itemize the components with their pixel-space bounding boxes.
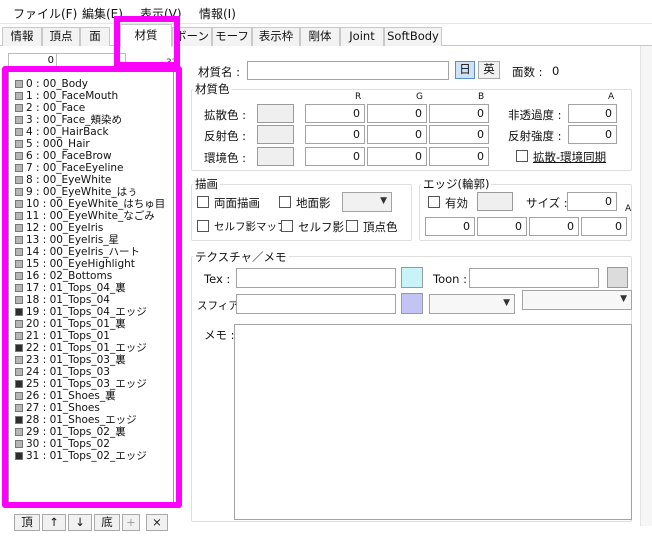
specular-b-input[interactable]: 0 bbox=[429, 125, 489, 144]
memo-textarea[interactable] bbox=[234, 324, 632, 520]
vertex-color-checkbox[interactable] bbox=[346, 220, 358, 232]
toon-swatch[interactable] bbox=[607, 267, 628, 288]
sphere-input[interactable] bbox=[236, 294, 396, 314]
face-count-value: 0 bbox=[552, 64, 560, 78]
toon-label: Toon : bbox=[433, 272, 467, 286]
ambient-r-input[interactable]: 0 bbox=[305, 147, 365, 166]
edge-g-input[interactable]: 0 bbox=[477, 217, 527, 236]
chevron-down-icon: ▼ bbox=[503, 298, 510, 308]
face-count-label: 面数 : bbox=[512, 65, 543, 79]
specular-label: 反射色 : bbox=[204, 129, 247, 143]
toon-input[interactable] bbox=[469, 268, 599, 288]
self-shadow-map-checkbox[interactable] bbox=[197, 220, 209, 232]
diffuse-r-input[interactable]: 0 bbox=[305, 104, 365, 123]
specular-g-input[interactable]: 0 bbox=[367, 125, 427, 144]
specular-color-swatch[interactable] bbox=[257, 125, 294, 144]
tex-label: Tex : bbox=[204, 272, 231, 286]
tab-joint[interactable]: Joint bbox=[340, 27, 384, 46]
tab-strip: 情報 頂点 面 材質 ボーン モーフ 表示枠 剛体 Joint SoftBody bbox=[0, 24, 652, 47]
self-shadow-label: セルフ影 bbox=[298, 220, 344, 234]
diffuse-b-input[interactable]: 0 bbox=[429, 104, 489, 123]
texture-memo-title: テクスチャ／メモ bbox=[193, 249, 289, 265]
ambient-color-swatch[interactable] bbox=[257, 147, 294, 166]
move-bottom-button[interactable]: 底 bbox=[94, 514, 120, 531]
highlight-material-tab bbox=[114, 16, 180, 68]
sphere-mode-dropdown[interactable]: ▼ bbox=[429, 294, 515, 314]
tab-morph[interactable]: モーフ bbox=[212, 27, 252, 46]
self-shadow-checkbox[interactable] bbox=[281, 220, 293, 232]
highlight-material-list bbox=[2, 66, 182, 508]
tab-softbody[interactable]: SoftBody bbox=[384, 27, 442, 46]
material-color-title: 材質色 bbox=[193, 81, 232, 97]
vertex-color-label: 頂点色 bbox=[363, 220, 398, 234]
move-down-button[interactable]: ↓ bbox=[68, 514, 92, 531]
material-name-label: 材質名 : bbox=[198, 65, 241, 79]
menu-file[interactable]: ファイル(F) bbox=[13, 5, 77, 22]
menu-bar: ファイル(F) 編集(E) 表示(V) 情報(I) bbox=[0, 0, 652, 24]
draw-title: 描画 bbox=[193, 176, 220, 192]
diffuse-g-input[interactable]: 0 bbox=[367, 104, 427, 123]
specular-r-input[interactable]: 0 bbox=[305, 125, 365, 144]
edge-size-label: サイズ : bbox=[526, 196, 568, 210]
edge-title: エッジ(輪郭) bbox=[421, 176, 492, 192]
diffuse-color-swatch[interactable] bbox=[257, 104, 294, 123]
delete-material-button[interactable]: × bbox=[146, 514, 168, 531]
chevron-down-icon: ▼ bbox=[620, 294, 627, 304]
add-material-button[interactable]: + bbox=[122, 514, 140, 531]
chevron-down-icon: ▼ bbox=[380, 196, 387, 206]
sphere-swatch[interactable] bbox=[401, 293, 423, 314]
edge-color-swatch[interactable] bbox=[477, 192, 513, 211]
sync-checkbox[interactable] bbox=[516, 150, 528, 162]
edge-a-label: A bbox=[625, 204, 632, 214]
toon-mode-dropdown[interactable]: ▼ bbox=[522, 290, 632, 310]
edge-size-input[interactable]: 0 bbox=[567, 192, 617, 211]
edge-enabled-checkbox[interactable] bbox=[428, 196, 440, 208]
edge-enabled-label: 有効 bbox=[445, 196, 468, 210]
panel-scrollbar[interactable] bbox=[640, 46, 652, 526]
move-up-button[interactable]: ↑ bbox=[42, 514, 66, 531]
opacity-input[interactable]: 0 bbox=[568, 104, 617, 123]
material-name-input[interactable] bbox=[247, 61, 449, 80]
spec-strength-label: 反射強度 : bbox=[508, 129, 562, 143]
ambient-label: 環境色 : bbox=[204, 151, 247, 165]
tab-info[interactable]: 情報 bbox=[2, 27, 42, 46]
tab-rigid-body[interactable]: 剛体 bbox=[300, 27, 340, 46]
tab-face[interactable]: 面 bbox=[80, 27, 110, 46]
edge-a-input[interactable]: 0 bbox=[581, 217, 627, 236]
double-sided-checkbox[interactable] bbox=[197, 196, 209, 208]
lang-en-button[interactable]: 英 bbox=[478, 61, 500, 79]
opacity-label: 非透過度 : bbox=[508, 108, 562, 122]
double-sided-label: 両面描画 bbox=[214, 196, 260, 210]
tab-display-frame[interactable]: 表示枠 bbox=[252, 27, 300, 46]
self-shadow-map-label: セルフ影マップ bbox=[214, 221, 288, 233]
menu-info[interactable]: 情報(I) bbox=[199, 5, 236, 22]
spec-strength-input[interactable]: 0 bbox=[568, 125, 617, 144]
edge-r-input[interactable]: 0 bbox=[425, 217, 475, 236]
col-g-label: G bbox=[416, 92, 423, 102]
col-r-label: R bbox=[355, 92, 362, 102]
ambient-b-input[interactable]: 0 bbox=[429, 147, 489, 166]
ambient-g-input[interactable]: 0 bbox=[367, 147, 427, 166]
col-b-label: B bbox=[478, 92, 485, 102]
tab-vertex[interactable]: 頂点 bbox=[42, 27, 80, 46]
memo-label: メモ : bbox=[204, 328, 235, 342]
draw-dropdown[interactable]: ▼ bbox=[342, 192, 392, 212]
lang-jp-button[interactable]: 日 bbox=[455, 61, 475, 79]
ground-shadow-checkbox[interactable] bbox=[279, 196, 291, 208]
tex-input[interactable] bbox=[236, 268, 396, 288]
diffuse-label: 拡散色 : bbox=[204, 108, 247, 122]
move-top-button[interactable]: 頂 bbox=[14, 514, 40, 531]
edge-b-input[interactable]: 0 bbox=[529, 217, 579, 236]
ground-shadow-label: 地面影 bbox=[296, 196, 331, 210]
tex-swatch[interactable] bbox=[401, 267, 423, 288]
col-a-label: A bbox=[608, 92, 615, 102]
sync-label[interactable]: 拡散-環境同期 bbox=[533, 149, 606, 165]
